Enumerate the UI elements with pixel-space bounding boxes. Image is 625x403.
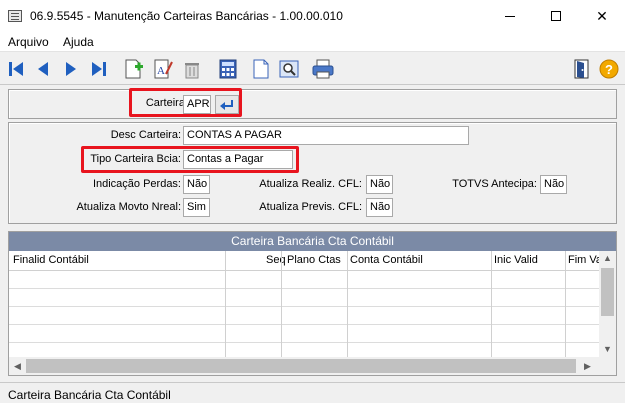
column-divider [347, 251, 348, 357]
close-icon: ✕ [596, 7, 608, 24]
edit-text-icon: A [154, 59, 173, 79]
grid-header: Finalid Contábil Seq Plano Ctas Conta Co… [9, 251, 616, 271]
column-finalid-contabil[interactable]: Finalid Contábil [13, 254, 89, 266]
indicacao-perdas-label: Indicação Perdas: [92, 178, 181, 190]
calculator-icon [219, 59, 237, 79]
grid-title: Carteira Bancária Cta Contábil [9, 232, 616, 251]
next-icon [66, 62, 76, 76]
preview-icon [279, 60, 299, 78]
horizontal-scroll-thumb[interactable] [26, 359, 576, 373]
column-plano-ctas[interactable]: Plano Ctas [287, 254, 341, 266]
atualiza-previs-label: Atualiza Previs. CFL: [259, 201, 362, 213]
table-row[interactable] [9, 271, 599, 289]
status-text: Carteira Bancária Cta Contábil [8, 388, 171, 402]
maximize-icon [551, 11, 561, 21]
delete-record-button[interactable] [180, 57, 204, 81]
app-icon [8, 10, 22, 22]
document-button[interactable] [249, 57, 273, 81]
new-record-button[interactable] [122, 57, 146, 81]
desc-carteira-field[interactable]: CONTAS A PAGAR [183, 126, 469, 145]
column-conta-contabil[interactable]: Conta Contábil [350, 254, 423, 266]
scrollbar-corner [599, 357, 616, 375]
first-icon [9, 62, 23, 76]
title-bar: 06.9.5545 - Manutenção Carteiras Bancári… [0, 0, 625, 32]
menu-arquivo[interactable]: Arquivo [8, 35, 49, 49]
table-row[interactable] [9, 289, 599, 307]
column-inic-valid[interactable]: Inic Valid [494, 254, 538, 266]
tipo-carteira-highlight [81, 146, 299, 173]
help-icon: ? [599, 59, 619, 79]
calculator-button[interactable] [216, 57, 240, 81]
desc-carteira-label: Desc Carteira: [110, 129, 181, 141]
next-record-button[interactable] [59, 57, 83, 81]
carteira-highlight [129, 88, 242, 117]
menu-ajuda[interactable]: Ajuda [63, 35, 94, 49]
minimize-button[interactable] [487, 0, 533, 32]
minimize-icon [505, 15, 515, 17]
column-divider [491, 251, 492, 357]
vertical-scrollbar[interactable]: ▲ ▼ [599, 251, 616, 357]
atualiza-previs-field[interactable]: Não [366, 198, 393, 217]
atualiza-realiz-field[interactable]: Não [366, 175, 393, 194]
table-row[interactable] [9, 325, 599, 343]
indicacao-perdas-field[interactable]: Não [183, 175, 210, 194]
previous-record-button[interactable] [31, 57, 55, 81]
column-seq[interactable]: Seq [266, 254, 286, 266]
last-record-button[interactable] [87, 57, 111, 81]
status-bar: Carteira Bancária Cta Contábil [0, 382, 625, 403]
totvs-antecipa-field[interactable]: Não [540, 175, 567, 194]
atualiza-movto-label: Atualiza Movto Nreal: [76, 201, 181, 213]
trash-icon [185, 63, 199, 79]
exit-button[interactable] [570, 57, 594, 81]
totvs-antecipa-label: TOTVS Antecipa: [452, 178, 537, 190]
help-button[interactable]: ? [597, 57, 621, 81]
atualiza-realiz-label: Atualiza Realiz. CFL: [259, 178, 362, 190]
previous-icon [38, 62, 48, 76]
maximize-button[interactable] [533, 0, 579, 32]
cta-contabil-grid: Carteira Bancária Cta Contábil Finalid C… [8, 231, 617, 376]
toolbar: A ? [0, 53, 625, 85]
document-icon [253, 59, 269, 79]
print-preview-button[interactable] [277, 57, 301, 81]
horizontal-scrollbar[interactable]: ◀ ▶ [9, 357, 599, 375]
detail-panel: Desc Carteira: CONTAS A PAGAR Tipo Carte… [8, 122, 617, 224]
table-row[interactable] [9, 307, 599, 325]
print-button[interactable] [311, 57, 335, 81]
scroll-up-icon[interactable]: ▲ [603, 253, 612, 263]
vertical-scroll-thumb[interactable] [601, 268, 614, 316]
menu-bar: Arquivo Ajuda [0, 32, 625, 52]
header-panel: Carteira: APR [8, 89, 617, 119]
new-document-icon [125, 59, 143, 79]
svg-text:?: ? [605, 62, 613, 77]
edit-record-button[interactable]: A [151, 57, 175, 81]
printer-icon [312, 59, 334, 79]
grid-body[interactable] [9, 271, 599, 357]
scroll-left-icon[interactable]: ◀ [14, 361, 21, 372]
column-fim-valid[interactable]: Fim Va [568, 254, 602, 266]
column-divider [565, 251, 566, 357]
svg-text:A: A [157, 65, 165, 77]
window-title: 06.9.5545 - Manutenção Carteiras Bancári… [30, 9, 343, 23]
first-record-button[interactable] [4, 57, 28, 81]
close-button[interactable]: ✕ [579, 0, 625, 32]
atualiza-movto-field[interactable]: Sim [183, 198, 210, 217]
column-divider [225, 251, 226, 357]
scroll-right-icon[interactable]: ▶ [584, 361, 591, 372]
table-row[interactable] [9, 343, 599, 357]
scroll-down-icon[interactable]: ▼ [603, 344, 612, 354]
last-icon [92, 62, 106, 76]
column-divider [281, 251, 282, 357]
exit-door-icon [574, 59, 589, 79]
